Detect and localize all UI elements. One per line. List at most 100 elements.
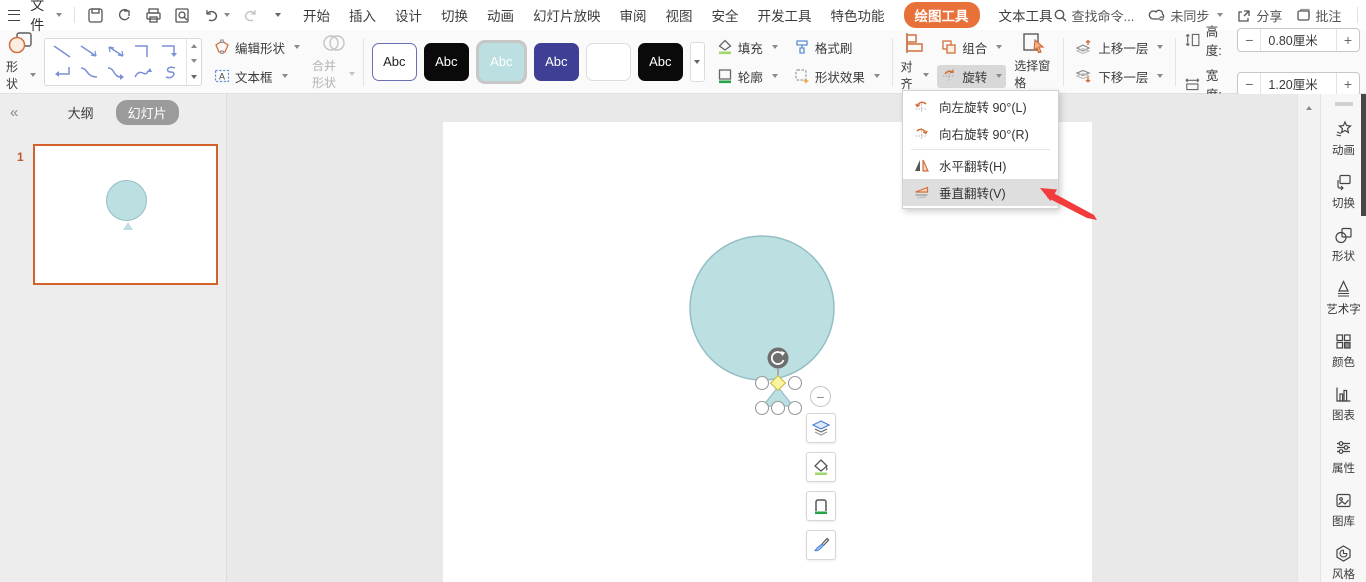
height-increase-button[interactable]: + (1337, 29, 1359, 51)
search-icon (1053, 8, 1068, 23)
group-button[interactable]: 组合 (937, 36, 1006, 59)
find-command-search[interactable]: 查找命令... (1053, 6, 1135, 25)
sidebar-item-color[interactable]: 颜色 (1332, 332, 1355, 370)
undo-icon (203, 7, 220, 24)
redo-icon[interactable] (242, 7, 259, 24)
tab-design[interactable]: 设计 (395, 5, 422, 25)
main-menu-icon[interactable] (8, 10, 20, 21)
send-backward-button[interactable]: 下移一层 (1071, 65, 1167, 88)
menu-item-rotate-right-90[interactable]: 向右旋转 90°(R) (903, 120, 1058, 147)
menu-item-rotate-left-90[interactable]: 向左旋转 90°(L) (903, 93, 1058, 120)
fill-button[interactable]: 填充 (713, 36, 782, 59)
sidebar-item-properties[interactable]: 属性 (1332, 438, 1355, 476)
shape-elbow-arrow[interactable] (156, 41, 183, 62)
style-swatch-1[interactable]: Abc (372, 43, 417, 81)
outline-tab[interactable]: 大纲 (56, 100, 106, 125)
save-icon[interactable] (87, 7, 104, 24)
rotate-icon (941, 68, 957, 84)
gallery-scroll-down[interactable] (187, 54, 201, 69)
shape-double-arrow[interactable] (102, 41, 129, 62)
style-swatch-6[interactable]: Abc (638, 43, 683, 81)
shape-arrow[interactable] (75, 41, 102, 62)
height-stepper: − 0.80厘米 + (1237, 28, 1360, 52)
shape-elbow-connector[interactable] (129, 41, 156, 62)
style-swatch-4[interactable]: Abc (534, 43, 579, 81)
tab-animation[interactable]: 动画 (487, 5, 514, 25)
sidebar-item-wordart[interactable]: 艺术字 (1326, 279, 1361, 317)
gallery-scroll-up[interactable] (187, 39, 201, 54)
style-swatch-5[interactable]: Abc (586, 43, 631, 81)
style-swatch-2[interactable]: Abc (424, 43, 469, 81)
tab-view[interactable]: 视图 (666, 5, 693, 25)
shape-effects-button[interactable]: 形状效果 (790, 65, 884, 88)
gallery-expand[interactable] (187, 69, 201, 84)
tab-drawing-tools[interactable]: 绘图工具 (904, 2, 980, 28)
shape-s-curve-arrow[interactable] (129, 62, 156, 83)
rotate-label: 旋转 (962, 67, 987, 86)
height-icon (1184, 32, 1201, 48)
scroll-up-icon[interactable] (1306, 106, 1312, 110)
tab-slideshow[interactable]: 幻灯片放映 (533, 5, 601, 25)
tab-special-features[interactable]: 特色功能 (831, 5, 885, 25)
sidebar-item-transition[interactable]: 切换 (1332, 173, 1355, 211)
tab-devtools[interactable]: 开发工具 (758, 5, 812, 25)
menu-item-flip-vertical[interactable]: 垂直翻转(V) (903, 179, 1058, 206)
tab-start[interactable]: 开始 (303, 5, 330, 25)
tab-switch[interactable]: 切换 (441, 5, 468, 25)
quick-brush-button[interactable] (806, 530, 836, 560)
outline-button[interactable]: 轮廓 (713, 65, 782, 88)
quick-fill-button[interactable] (806, 452, 836, 482)
slide-thumbnail[interactable] (33, 144, 218, 285)
align-button[interactable]: 对齐 (900, 31, 929, 92)
tab-review[interactable]: 审阅 (620, 5, 647, 25)
shapes-button[interactable]: 形状 (6, 31, 36, 92)
print-preview-icon[interactable] (174, 7, 191, 24)
shape-elbow-arrow-2[interactable] (48, 62, 75, 83)
menu-item-flip-horizontal[interactable]: 水平翻转(H) (903, 152, 1058, 179)
sidebar-item-style[interactable]: 风格 (1332, 544, 1355, 582)
selection-pane-button[interactable]: 选择窗格 (1014, 32, 1054, 91)
sidebar-item-gallery[interactable]: 图库 (1332, 491, 1355, 529)
sidebar-item-chart[interactable]: 图表 (1332, 385, 1355, 423)
format-painter-button[interactable]: 格式刷 (790, 36, 884, 59)
ribbon: 形状 编辑形状 A 文本框 (0, 30, 1366, 94)
slide-canvas[interactable]: − (227, 94, 1297, 582)
style-swatch-3-selected[interactable]: Abc (479, 43, 524, 81)
shape-curve[interactable] (75, 62, 102, 83)
slide-panel: « 大纲 幻灯片 1 (0, 94, 227, 582)
height-decrease-button[interactable]: − (1238, 29, 1260, 51)
shape-curved-arrow[interactable] (102, 62, 129, 83)
rotate-button[interactable]: 旋转 (937, 65, 1006, 88)
edit-shape-button[interactable]: 编辑形状 (210, 36, 304, 59)
file-menu-button[interactable]: 文件 (30, 0, 62, 35)
sidebar-item-animation[interactable]: 动画 (1332, 120, 1355, 158)
sidebar-drag-handle-icon[interactable] (1335, 102, 1353, 106)
merge-shapes-button[interactable]: 合并形状 (312, 32, 355, 91)
style-gallery-expand[interactable] (690, 42, 705, 82)
width-value-input[interactable]: 1.20厘米 (1260, 73, 1336, 95)
sidebar-scrollbar-thumb[interactable] (1361, 94, 1366, 216)
vertical-scrollbar[interactable] (1297, 94, 1320, 582)
shape-line[interactable] (48, 41, 75, 62)
tab-text-tools[interactable]: 文本工具 (999, 5, 1053, 25)
slides-tab[interactable]: 幻灯片 (116, 100, 179, 125)
chevron-down-icon (282, 74, 288, 78)
quick-layer-button[interactable] (806, 413, 836, 443)
collapse-quickbar-button[interactable]: − (810, 386, 831, 407)
panel-collapse-button[interactable]: « (10, 104, 18, 121)
customize-toolbar-icon[interactable] (275, 13, 281, 17)
export-icon[interactable] (116, 7, 133, 24)
tab-security[interactable]: 安全 (712, 5, 739, 25)
undo-button[interactable] (203, 7, 230, 24)
textbox-button[interactable]: A 文本框 (210, 65, 304, 88)
height-value-input[interactable]: 0.80厘米 (1260, 29, 1336, 51)
sidebar-item-label: 动画 (1332, 142, 1355, 158)
quick-outline-button[interactable] (806, 491, 836, 521)
print-icon[interactable] (145, 7, 162, 24)
width-decrease-button[interactable]: − (1238, 73, 1260, 95)
shape-s-freeform[interactable] (156, 62, 183, 83)
bring-forward-button[interactable]: 上移一层 (1071, 36, 1167, 59)
sidebar-item-shapes[interactable]: 形状 (1332, 226, 1355, 264)
width-increase-button[interactable]: + (1337, 73, 1359, 95)
tab-insert[interactable]: 插入 (349, 5, 376, 25)
